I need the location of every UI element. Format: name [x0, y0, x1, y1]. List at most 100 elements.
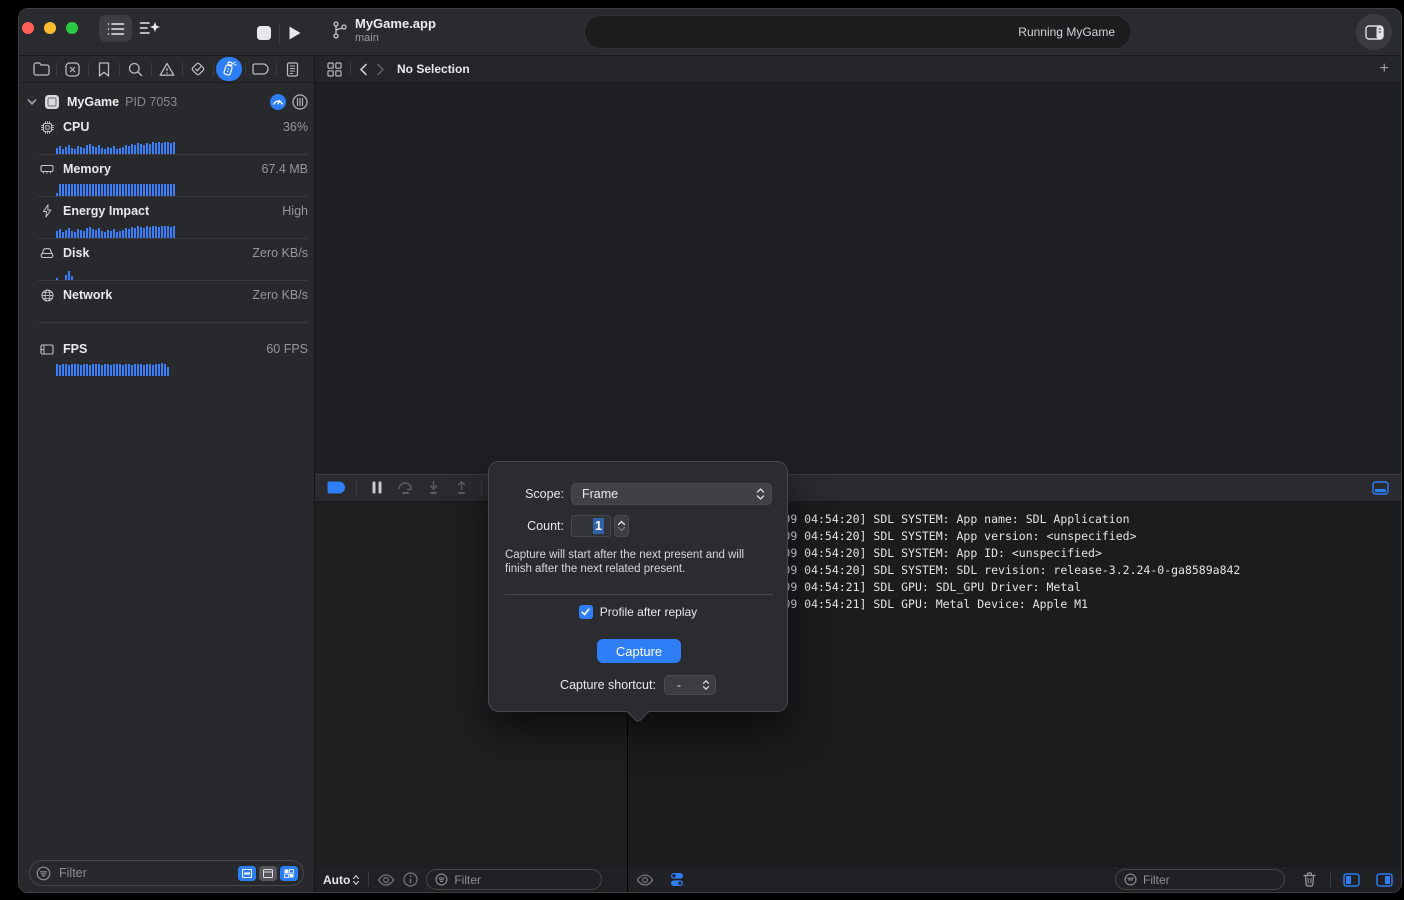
show-variables-panel-icon[interactable] — [1343, 873, 1360, 887]
show-console-panel-icon[interactable] — [1376, 873, 1393, 887]
debug-area-panel-icon — [1372, 481, 1389, 495]
add-editor-button[interactable]: + — [1380, 61, 1389, 77]
capture-shortcut-label: Capture shortcut: — [560, 678, 656, 692]
variables-mode-value: Auto — [323, 873, 350, 887]
count-value: 1 — [593, 518, 604, 534]
console-bottom-bar: Filter — [628, 867, 1401, 892]
gauge-label: Network — [63, 288, 112, 302]
profile-after-replay-checkbox[interactable] — [579, 605, 593, 619]
gauge-list: CPU36%Memory67.4 MBEnergy ImpactHighDisk… — [38, 113, 308, 376]
step-out-button[interactable] — [450, 477, 472, 499]
gauge-histogram — [56, 138, 308, 154]
debug-navigator-outline: MyGame PID 7053 CPU36%Mem — [19, 83, 314, 854]
variables-bottom-bar: Auto — [315, 867, 627, 892]
gauge-histogram — [56, 222, 308, 238]
gauge-row-energy[interactable]: Energy ImpactHigh — [38, 197, 308, 239]
count-stepper[interactable] — [614, 515, 629, 537]
navigator-panel: MyGame PID 7053 CPU36%Mem — [19, 56, 315, 892]
console-source-toggles-icon[interactable] — [670, 872, 684, 887]
disclosure-chevron-icon[interactable] — [27, 98, 37, 106]
tab-issue-navigator[interactable] — [152, 56, 182, 82]
tab-project-navigator[interactable] — [26, 56, 56, 82]
info-icon[interactable] — [403, 872, 418, 887]
tab-report-navigator[interactable] — [277, 56, 307, 82]
gauge-row-network[interactable]: Network Zero KB/s — [38, 281, 308, 323]
forward-chevron-icon[interactable] — [376, 63, 385, 76]
debug-bar-divider — [481, 480, 482, 496]
related-items-grid-icon[interactable] — [327, 62, 342, 77]
debug-gauge-spray-icon — [221, 61, 237, 77]
step-out-icon — [454, 481, 469, 495]
inspector-toggle-button[interactable] — [1356, 14, 1392, 50]
scheme-subtitle: main — [355, 32, 436, 44]
scope-select[interactable]: Frame — [571, 483, 772, 505]
pause-icon — [372, 481, 382, 494]
close-window-button[interactable] — [22, 22, 34, 34]
capture-shortcut-value: - — [677, 678, 702, 692]
profile-gauge-icon[interactable] — [270, 94, 286, 110]
gauge-value: Zero KB/s — [252, 288, 308, 302]
intelligence-button[interactable] — [136, 15, 164, 42]
tab-find-navigator[interactable] — [120, 56, 150, 82]
scope-label: Scope: — [489, 487, 564, 501]
back-chevron-icon[interactable] — [359, 63, 368, 76]
scheme-title: MyGame.app — [355, 16, 436, 31]
tab-debug-navigator[interactable] — [214, 56, 244, 82]
bookmark-icon — [98, 62, 110, 77]
variables-mode-select[interactable]: Auto — [323, 873, 360, 887]
capture-button[interactable]: Capture — [597, 639, 681, 663]
stop-icon — [257, 26, 271, 40]
gauge-row-cpu[interactable]: CPU36% — [38, 113, 308, 155]
eye-icon[interactable] — [636, 874, 654, 886]
threads-view-icon[interactable] — [292, 94, 308, 110]
bar-glyph-icon — [242, 869, 252, 878]
filter-modified-button[interactable] — [259, 866, 277, 881]
breakpoint-tag-icon — [252, 63, 269, 75]
profile-after-replay-label: Profile after replay — [600, 605, 697, 619]
filter-recent-button[interactable] — [238, 866, 256, 881]
variables-filter-placeholder: Filter — [454, 873, 481, 887]
gauge-row-fps[interactable]: FPS60 FPS — [38, 335, 308, 376]
memory-icon — [40, 163, 54, 175]
tab-bookmarks-navigator[interactable] — [89, 56, 119, 82]
tab-test-navigator[interactable] — [183, 56, 213, 82]
console-filter-field[interactable]: Filter — [1115, 869, 1285, 890]
gauge-row-disk[interactable]: DiskZero KB/s — [38, 239, 308, 281]
activity-view[interactable]: Running MyGame — [584, 15, 1132, 49]
folder-icon — [33, 62, 50, 76]
squares-glyph-icon — [284, 869, 294, 878]
step-over-button[interactable] — [394, 477, 416, 499]
filter-icon — [435, 873, 448, 886]
step-into-button[interactable] — [422, 477, 444, 499]
gauge-histogram — [56, 180, 308, 196]
trash-icon[interactable] — [1303, 872, 1316, 887]
stop-button[interactable] — [255, 20, 273, 45]
gauge-row-memory[interactable]: Memory67.4 MB — [38, 155, 308, 197]
step-into-icon — [426, 481, 441, 495]
gauge-label: Memory — [63, 162, 111, 176]
scheme-selector[interactable]: MyGame.app main — [332, 16, 436, 44]
filter-hierarchy-button[interactable] — [280, 866, 298, 881]
bottom-bar-divider — [1330, 872, 1331, 887]
navigator-filter-field[interactable]: Filter — [29, 860, 304, 886]
gauge-value: 36% — [283, 120, 308, 134]
minimize-window-button[interactable] — [44, 22, 56, 34]
popover-separator — [505, 594, 773, 595]
hide-debug-area-button[interactable] — [1369, 477, 1391, 499]
updown-chevron-icon — [352, 874, 360, 886]
breakpoints-toggle-button[interactable] — [325, 477, 347, 499]
eye-icon[interactable] — [377, 874, 395, 886]
zoom-window-button[interactable] — [66, 22, 78, 34]
fps-icon — [40, 344, 54, 355]
variables-filter-field[interactable]: Filter — [426, 869, 602, 890]
capture-shortcut-select[interactable]: - — [664, 675, 716, 695]
run-button[interactable] — [285, 20, 305, 45]
sidebar-toggle-button[interactable] — [99, 15, 132, 42]
tab-breakpoint-navigator[interactable] — [246, 56, 276, 82]
breakpoint-fill-icon — [327, 481, 346, 494]
tab-source-control-navigator[interactable] — [57, 56, 87, 82]
count-input[interactable]: 1 — [571, 515, 611, 537]
app-icon — [44, 94, 60, 110]
process-row[interactable]: MyGame PID 7053 — [19, 91, 314, 113]
pause-button[interactable] — [366, 477, 388, 499]
